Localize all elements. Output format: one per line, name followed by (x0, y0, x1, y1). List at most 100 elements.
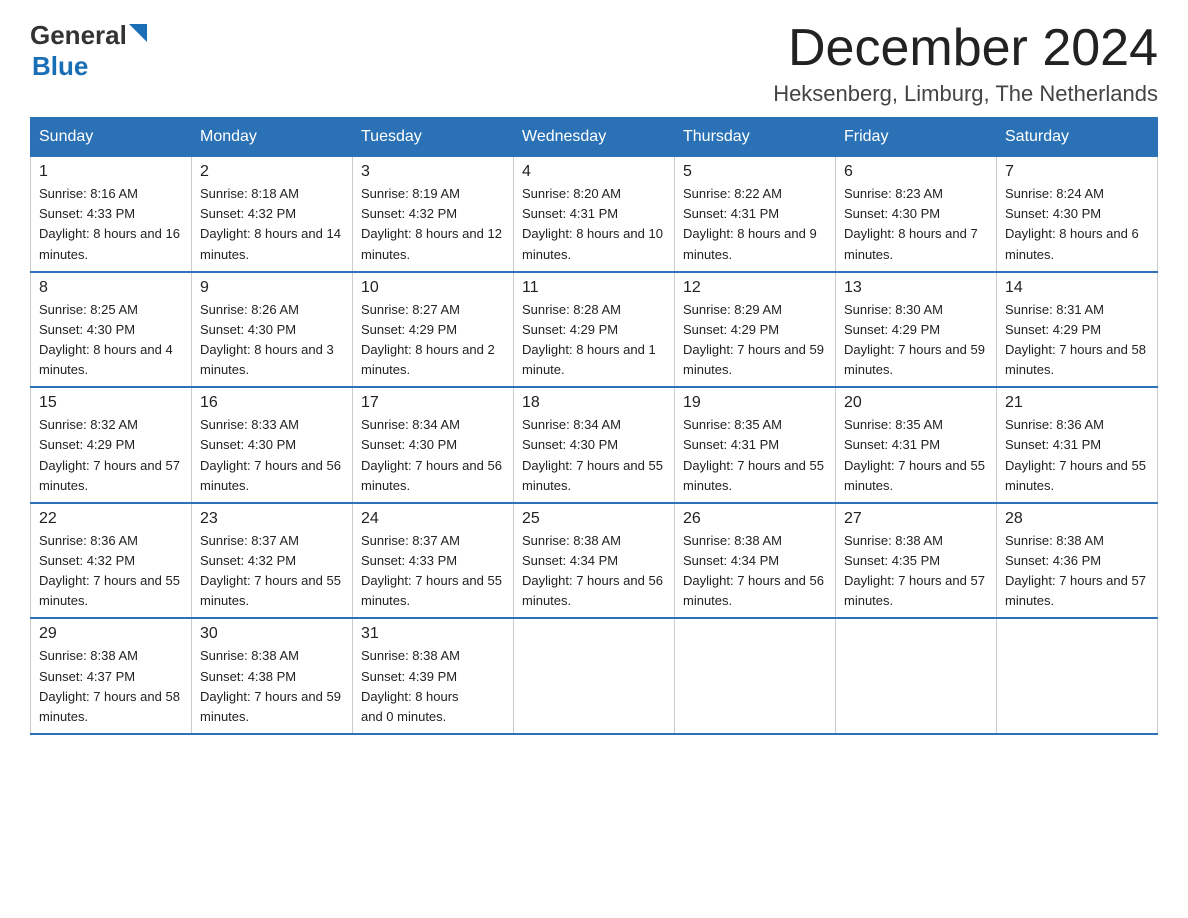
day-number: 30 (200, 625, 344, 643)
day-number: 31 (361, 625, 505, 643)
day-info: Sunrise: 8:22 AMSunset: 4:31 PMDaylight:… (683, 184, 827, 265)
day-cell: 20 Sunrise: 8:35 AMSunset: 4:31 PMDayligh… (836, 387, 997, 503)
day-cell: 28 Sunrise: 8:38 AMSunset: 4:36 PMDayligh… (997, 503, 1158, 619)
day-info: Sunrise: 8:28 AMSunset: 4:29 PMDaylight:… (522, 300, 666, 381)
day-number: 18 (522, 394, 666, 412)
day-number: 10 (361, 279, 505, 297)
day-cell: 3Sunrise: 8:19 AMSunset: 4:32 PMDaylight… (353, 157, 514, 272)
day-number: 25 (522, 510, 666, 528)
header-day-monday: Monday (192, 118, 353, 157)
day-cell: 12 Sunrise: 8:29 AMSunset: 4:29 PMDayligh… (675, 272, 836, 388)
day-cell: 19 Sunrise: 8:35 AMSunset: 4:31 PMDayligh… (675, 387, 836, 503)
day-number: 11 (522, 279, 666, 297)
day-number: 5 (683, 163, 827, 181)
day-cell: 7 Sunrise: 8:24 AMSunset: 4:30 PMDaylight… (997, 157, 1158, 272)
day-info: Sunrise: 8:19 AMSunset: 4:32 PMDaylight:… (361, 184, 505, 265)
day-cell (514, 618, 675, 734)
day-info: Sunrise: 8:36 AMSunset: 4:31 PMDaylight:… (1005, 415, 1149, 496)
day-info: Sunrise: 8:29 AMSunset: 4:29 PMDaylight:… (683, 300, 827, 381)
day-info: Sunrise: 8:26 AMSunset: 4:30 PMDaylight:… (200, 300, 344, 381)
day-number: 22 (39, 510, 183, 528)
day-number: 14 (1005, 279, 1149, 297)
day-cell: 6 Sunrise: 8:23 AMSunset: 4:30 PMDaylight… (836, 157, 997, 272)
day-info: Sunrise: 8:37 AMSunset: 4:32 PMDaylight:… (200, 531, 344, 612)
day-cell: 14 Sunrise: 8:31 AMSunset: 4:29 PMDayligh… (997, 272, 1158, 388)
week-row-5: 29 Sunrise: 8:38 AMSunset: 4:37 PMDayligh… (31, 618, 1158, 734)
day-info: Sunrise: 8:38 AMSunset: 4:34 PMDaylight:… (683, 531, 827, 612)
day-number: 20 (844, 394, 988, 412)
day-info: Sunrise: 8:27 AMSunset: 4:29 PMDaylight:… (361, 300, 505, 381)
day-info: Sunrise: 8:38 AMSunset: 4:37 PMDaylight:… (39, 646, 183, 727)
day-cell: 17 Sunrise: 8:34 AMSunset: 4:30 PMDayligh… (353, 387, 514, 503)
day-cell: 13 Sunrise: 8:30 AMSunset: 4:29 PMDayligh… (836, 272, 997, 388)
day-number: 8 (39, 279, 183, 297)
day-cell: 11 Sunrise: 8:28 AMSunset: 4:29 PMDayligh… (514, 272, 675, 388)
day-cell: 8Sunrise: 8:25 AMSunset: 4:30 PMDaylight… (31, 272, 192, 388)
day-number: 9 (200, 279, 344, 297)
day-cell: 21 Sunrise: 8:36 AMSunset: 4:31 PMDayligh… (997, 387, 1158, 503)
logo-blue-text: Blue (32, 51, 88, 81)
week-row-1: 1Sunrise: 8:16 AMSunset: 4:33 PMDaylight… (31, 157, 1158, 272)
day-cell: 24 Sunrise: 8:37 AMSunset: 4:33 PMDayligh… (353, 503, 514, 619)
day-info: Sunrise: 8:24 AMSunset: 4:30 PMDaylight:… (1005, 184, 1149, 265)
day-number: 29 (39, 625, 183, 643)
week-row-4: 22 Sunrise: 8:36 AMSunset: 4:32 PMDayligh… (31, 503, 1158, 619)
day-number: 15 (39, 394, 183, 412)
day-number: 19 (683, 394, 827, 412)
day-cell: 23 Sunrise: 8:37 AMSunset: 4:32 PMDayligh… (192, 503, 353, 619)
day-info: Sunrise: 8:38 AMSunset: 4:38 PMDaylight:… (200, 646, 344, 727)
day-info: Sunrise: 8:20 AMSunset: 4:31 PMDaylight:… (522, 184, 666, 265)
day-info: Sunrise: 8:23 AMSunset: 4:30 PMDaylight:… (844, 184, 988, 265)
calendar-table: SundayMondayTuesdayWednesdayThursdayFrid… (30, 117, 1158, 735)
month-title: December 2024 (773, 20, 1158, 77)
day-info: Sunrise: 8:30 AMSunset: 4:29 PMDaylight:… (844, 300, 988, 381)
day-number: 26 (683, 510, 827, 528)
day-info: Sunrise: 8:38 AMSunset: 4:36 PMDaylight:… (1005, 531, 1149, 612)
day-cell: 18Sunrise: 8:34 AMSunset: 4:30 PMDayligh… (514, 387, 675, 503)
day-number: 24 (361, 510, 505, 528)
day-cell: 9 Sunrise: 8:26 AMSunset: 4:30 PMDaylight… (192, 272, 353, 388)
week-row-2: 8Sunrise: 8:25 AMSunset: 4:30 PMDaylight… (31, 272, 1158, 388)
day-number: 16 (200, 394, 344, 412)
day-number: 2 (200, 163, 344, 181)
logo-triangle-icon (129, 24, 147, 47)
logo: General Blue (30, 20, 147, 82)
day-info: Sunrise: 8:32 AMSunset: 4:29 PMDaylight:… (39, 415, 183, 496)
day-number: 12 (683, 279, 827, 297)
day-cell: 2 Sunrise: 8:18 AMSunset: 4:32 PMDaylight… (192, 157, 353, 272)
day-number: 27 (844, 510, 988, 528)
header-day-tuesday: Tuesday (353, 118, 514, 157)
day-cell: 1Sunrise: 8:16 AMSunset: 4:33 PMDaylight… (31, 157, 192, 272)
page-header: General Blue December 2024 Heksenberg, L… (30, 20, 1158, 107)
day-number: 21 (1005, 394, 1149, 412)
day-info: Sunrise: 8:31 AMSunset: 4:29 PMDaylight:… (1005, 300, 1149, 381)
day-cell: 10 Sunrise: 8:27 AMSunset: 4:29 PMDayligh… (353, 272, 514, 388)
day-cell (675, 618, 836, 734)
day-number: 23 (200, 510, 344, 528)
calendar-header: SundayMondayTuesdayWednesdayThursdayFrid… (31, 118, 1158, 157)
day-cell: 26 Sunrise: 8:38 AMSunset: 4:34 PMDayligh… (675, 503, 836, 619)
day-number: 17 (361, 394, 505, 412)
day-info: Sunrise: 8:35 AMSunset: 4:31 PMDaylight:… (683, 415, 827, 496)
header-day-friday: Friday (836, 118, 997, 157)
header-day-saturday: Saturday (997, 118, 1158, 157)
day-cell (836, 618, 997, 734)
day-info: Sunrise: 8:16 AMSunset: 4:33 PMDaylight:… (39, 184, 183, 265)
day-number: 7 (1005, 163, 1149, 181)
day-info: Sunrise: 8:35 AMSunset: 4:31 PMDaylight:… (844, 415, 988, 496)
day-info: Sunrise: 8:36 AMSunset: 4:32 PMDaylight:… (39, 531, 183, 612)
header-day-sunday: Sunday (31, 118, 192, 157)
day-number: 28 (1005, 510, 1149, 528)
day-number: 13 (844, 279, 988, 297)
day-info: Sunrise: 8:33 AMSunset: 4:30 PMDaylight:… (200, 415, 344, 496)
day-cell (997, 618, 1158, 734)
day-info: Sunrise: 8:38 AMSunset: 4:35 PMDaylight:… (844, 531, 988, 612)
title-area: December 2024 Heksenberg, Limburg, The N… (773, 20, 1158, 107)
day-info: Sunrise: 8:34 AMSunset: 4:30 PMDaylight:… (361, 415, 505, 496)
day-number: 6 (844, 163, 988, 181)
day-info: Sunrise: 8:37 AMSunset: 4:33 PMDaylight:… (361, 531, 505, 612)
logo-general-text: General (30, 20, 127, 51)
day-info: Sunrise: 8:18 AMSunset: 4:32 PMDaylight:… (200, 184, 344, 265)
header-row: SundayMondayTuesdayWednesdayThursdayFrid… (31, 118, 1158, 157)
day-number: 4 (522, 163, 666, 181)
